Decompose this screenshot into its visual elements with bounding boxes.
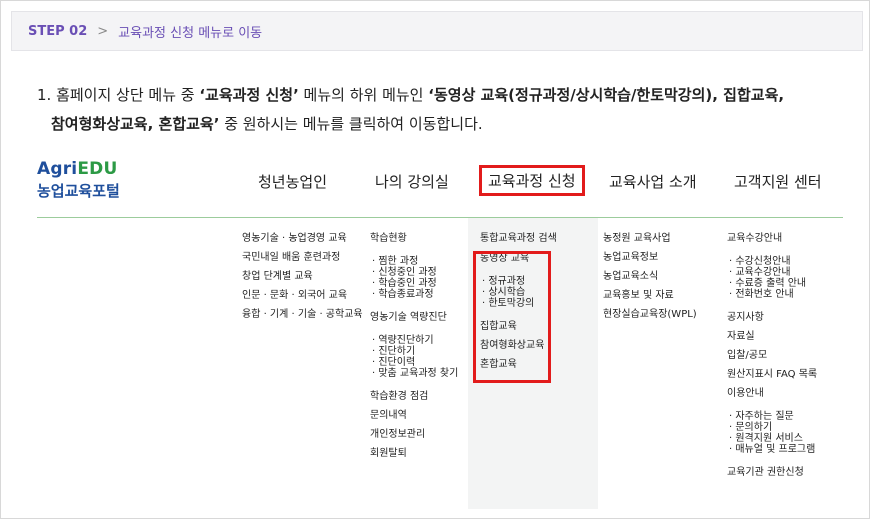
menu-column-my-classroom: 학습현황 · 찜한 과정 · 신청중인 과정 · 학습중인 과정 · 학습종료과… xyxy=(370,229,458,463)
menu-link[interactable]: 창업 단계별 교육 xyxy=(242,267,363,286)
menu-link[interactable]: 회원탈퇴 xyxy=(370,444,458,463)
menu-link[interactable]: 입찰/공모 xyxy=(727,346,817,365)
menu-sublink[interactable]: · 찜한 과정 xyxy=(370,256,458,267)
nav-item-customer-center[interactable]: 고객지원 센터 xyxy=(734,171,822,192)
menu-sublink[interactable]: · 교육수강안내 xyxy=(727,267,817,278)
menu-link[interactable]: 융합 · 기계 · 기술 · 공학교육 xyxy=(242,305,363,324)
instruction-part: 1. 홈페이지 상단 메뉴 중 xyxy=(37,86,200,104)
menu-sublink[interactable]: · 자주하는 질문 xyxy=(727,411,817,422)
step-title: 교육과정 신청 메뉴로 이동 xyxy=(118,25,263,41)
nav-item-course-apply[interactable]: 교육과정 신청 xyxy=(479,165,585,196)
global-nav: 청년농업인 나의 강의실 교육과정 신청 교육사업 소개 고객지원 센터 xyxy=(37,165,843,201)
menu-link-integrated-search[interactable]: 통합교육과정 검색 xyxy=(480,229,557,248)
nav-item-education-business[interactable]: 교육사업 소개 xyxy=(609,171,697,192)
menu-link[interactable]: 국민내일 배움 훈련과정 xyxy=(242,248,363,267)
menu-link[interactable]: 현장실습교육장(WPL) xyxy=(603,305,697,324)
menu-column-education-business: 농정원 교육사업 농업교육정보 농업교육소식 교육홍보 및 자료 현장실습교육장… xyxy=(603,229,697,324)
step-number: STEP 02 xyxy=(28,23,88,39)
menu-sublink[interactable]: · 학습종료과정 xyxy=(370,289,458,300)
highlight-box xyxy=(473,251,551,383)
menu-link[interactable]: 영농기술 역량진단 xyxy=(370,308,458,327)
menu-sublink[interactable]: · 진단하기 xyxy=(370,346,458,357)
screenshot-frame: STEP 02 > 교육과정 신청 메뉴로 이동 1. 홈페이지 상단 메뉴 중… xyxy=(0,0,870,519)
instruction-bold: 참여형화상교육, 혼합교육’ xyxy=(51,115,220,133)
instruction-text: 1. 홈페이지 상단 메뉴 중 ‘교육과정 신청’ 메뉴의 하위 메뉴인 ‘동영… xyxy=(37,81,837,139)
menu-link[interactable]: 원산지표시 FAQ 목록 xyxy=(727,365,817,384)
menu-link[interactable]: 농정원 교육사업 xyxy=(603,229,697,248)
menu-link[interactable]: 교육수강안내 xyxy=(727,229,817,248)
menu-sublink[interactable]: · 신청중인 과정 xyxy=(370,267,458,278)
menu-sublink[interactable]: · 수강신청안내 xyxy=(727,256,817,267)
menu-link[interactable]: 자료실 xyxy=(727,327,817,346)
menu-link[interactable]: 학습환경 점검 xyxy=(370,387,458,406)
menu-link[interactable]: 문의내역 xyxy=(370,406,458,425)
site-screenshot: AgriEDU 농업교육포털 청년농업인 나의 강의실 교육과정 신청 교육사업… xyxy=(37,159,843,509)
menu-column-youth-farmer: 영농기술 · 농업경영 교육 국민내일 배움 훈련과정 창업 단계별 교육 인문… xyxy=(242,229,363,324)
menu-sublink[interactable]: · 역량진단하기 xyxy=(370,335,458,346)
menu-sublink[interactable]: · 수료증 출력 안내 xyxy=(727,278,817,289)
menu-sublink[interactable]: · 원격지원 서비스 xyxy=(727,433,817,444)
menu-sublink[interactable]: · 전화번호 안내 xyxy=(727,289,817,300)
chevron-right-icon: > xyxy=(97,23,109,39)
nav-divider xyxy=(37,217,843,218)
instruction-line-2: 참여형화상교육, 혼합교육’ 중 원하시는 메뉴를 클릭하여 이동합니다. xyxy=(37,110,837,139)
menu-sublink[interactable]: · 맞춤 교육과정 찾기 xyxy=(370,368,458,379)
menu-link[interactable]: 공지사항 xyxy=(727,308,817,327)
menu-sublink[interactable]: · 진단이력 xyxy=(370,357,458,368)
menu-column-customer-center: 교육수강안내 · 수강신청안내 · 교육수강안내 · 수료증 출력 안내 · 전… xyxy=(727,229,817,482)
nav-item-youth-farmer[interactable]: 청년농업인 xyxy=(258,171,327,192)
menu-link[interactable]: 교육홍보 및 자료 xyxy=(603,286,697,305)
menu-link[interactable]: 인문 · 문화 · 외국어 교육 xyxy=(242,286,363,305)
nav-item-my-classroom[interactable]: 나의 강의실 xyxy=(375,171,449,192)
menu-link[interactable]: 농업교육소식 xyxy=(603,267,697,286)
menu-link[interactable]: 개인정보관리 xyxy=(370,425,458,444)
menu-link[interactable]: 영농기술 · 농업경영 교육 xyxy=(242,229,363,248)
step-header: STEP 02 > 교육과정 신청 메뉴로 이동 xyxy=(11,11,863,51)
menu-link[interactable]: 이용안내 xyxy=(727,384,817,403)
menu-link[interactable]: 교육기관 권한신청 xyxy=(727,463,817,482)
menu-sublink[interactable]: · 학습중인 과정 xyxy=(370,278,458,289)
menu-sublink[interactable]: · 매뉴얼 및 프로그램 xyxy=(727,444,817,455)
instruction-bold: ‘동영상 교육(정규과정/상시학습/한토막강의), 집합교육, xyxy=(428,86,785,104)
instruction-bold: ‘교육과정 신청’ xyxy=(199,86,299,104)
menu-link[interactable]: 학습현황 xyxy=(370,229,458,248)
menu-sublink[interactable]: · 문의하기 xyxy=(727,422,817,433)
instruction-part: 메뉴의 하위 메뉴인 xyxy=(298,86,429,104)
instruction-part: 중 원하시는 메뉴를 클릭하여 이동합니다. xyxy=(219,115,483,133)
menu-link[interactable]: 농업교육정보 xyxy=(603,248,697,267)
